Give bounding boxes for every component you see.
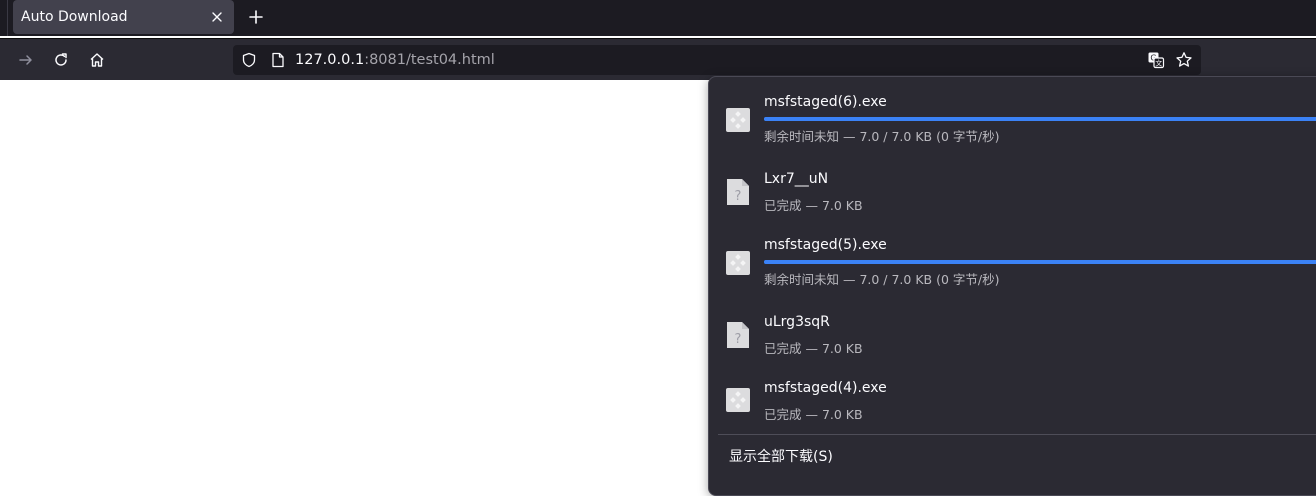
download-filename: msfstaged(4).exe	[764, 380, 887, 396]
show-all-downloads-button[interactable]: 显示全部下载(S)	[729, 446, 833, 468]
download-status: 已完成 — 7.0 KB	[764, 407, 863, 422]
download-filename: msfstaged(5).exe	[764, 237, 887, 253]
tab-auto-download[interactable]: Auto Download	[13, 0, 234, 34]
home-button[interactable]	[82, 45, 112, 75]
url-text[interactable]: 127.0.0.1:8081/test04.html	[295, 45, 495, 75]
download-filename: msfstaged(6).exe	[764, 94, 887, 110]
tab-strip: Auto Download	[0, 0, 1316, 36]
download-item[interactable]: ? uLrg3sqR 已完成 — 7.0 KB	[709, 310, 1316, 362]
download-filename: Lxr7__uN	[764, 171, 829, 187]
download-status: 已完成 — 7.0 KB	[764, 198, 863, 213]
executable-file-icon	[725, 387, 751, 413]
reload-icon	[53, 52, 69, 68]
download-progress-bar	[764, 117, 1316, 121]
tab-title: Auto Download	[21, 9, 128, 25]
navigation-bar: 127.0.0.1:8081/test04.html G文	[0, 38, 1316, 80]
panel-divider	[718, 434, 1316, 435]
download-item[interactable]: ? Lxr7__uN 已完成 — 7.0 KB	[709, 167, 1316, 219]
tab-separator	[7, 0, 8, 36]
download-progress-bar	[764, 260, 1316, 264]
plus-icon	[249, 10, 263, 24]
svg-text:?: ?	[735, 332, 742, 347]
shield-icon[interactable]	[239, 50, 259, 70]
home-icon	[89, 52, 105, 68]
svg-text:?: ?	[735, 189, 742, 204]
star-icon[interactable]	[1174, 50, 1194, 70]
url-bar[interactable]: 127.0.0.1:8081/test04.html G文	[233, 45, 1201, 75]
download-status: 剩余时间未知 — 7.0 / 7.0 KB (0 字节/秒)	[764, 272, 1000, 287]
download-item[interactable]: msfstaged(5).exe 剩余时间未知 — 7.0 / 7.0 KB (…	[709, 220, 1316, 290]
unknown-file-icon: ?	[725, 322, 751, 348]
forward-button[interactable]	[11, 45, 41, 75]
svg-text:文: 文	[1155, 59, 1162, 68]
reload-button[interactable]	[46, 45, 76, 75]
download-status: 剩余时间未知 — 7.0 / 7.0 KB (0 字节/秒)	[764, 129, 1000, 144]
download-status: 已完成 — 7.0 KB	[764, 341, 863, 356]
executable-file-icon	[725, 250, 751, 276]
url-host: 127.0.0.1	[295, 52, 365, 68]
new-tab-button[interactable]	[242, 3, 270, 31]
download-item[interactable]: msfstaged(4).exe 已完成 — 7.0 KB	[709, 376, 1316, 428]
executable-file-icon	[725, 107, 751, 133]
download-progress-fill	[764, 260, 1316, 264]
translate-icon[interactable]: G文	[1146, 50, 1166, 70]
download-progress-fill	[764, 117, 1316, 121]
download-item[interactable]: msfstaged(6).exe 剩余时间未知 — 7.0 / 7.0 KB (…	[709, 77, 1316, 147]
downloads-panel: msfstaged(6).exe 剩余时间未知 — 7.0 / 7.0 KB (…	[708, 76, 1316, 496]
download-filename: uLrg3sqR	[764, 314, 830, 330]
close-icon[interactable]	[207, 7, 227, 27]
url-path: :8081/test04.html	[364, 52, 495, 68]
page-icon[interactable]	[268, 50, 288, 70]
forward-arrow-icon	[18, 52, 34, 68]
unknown-file-icon: ?	[725, 179, 751, 205]
